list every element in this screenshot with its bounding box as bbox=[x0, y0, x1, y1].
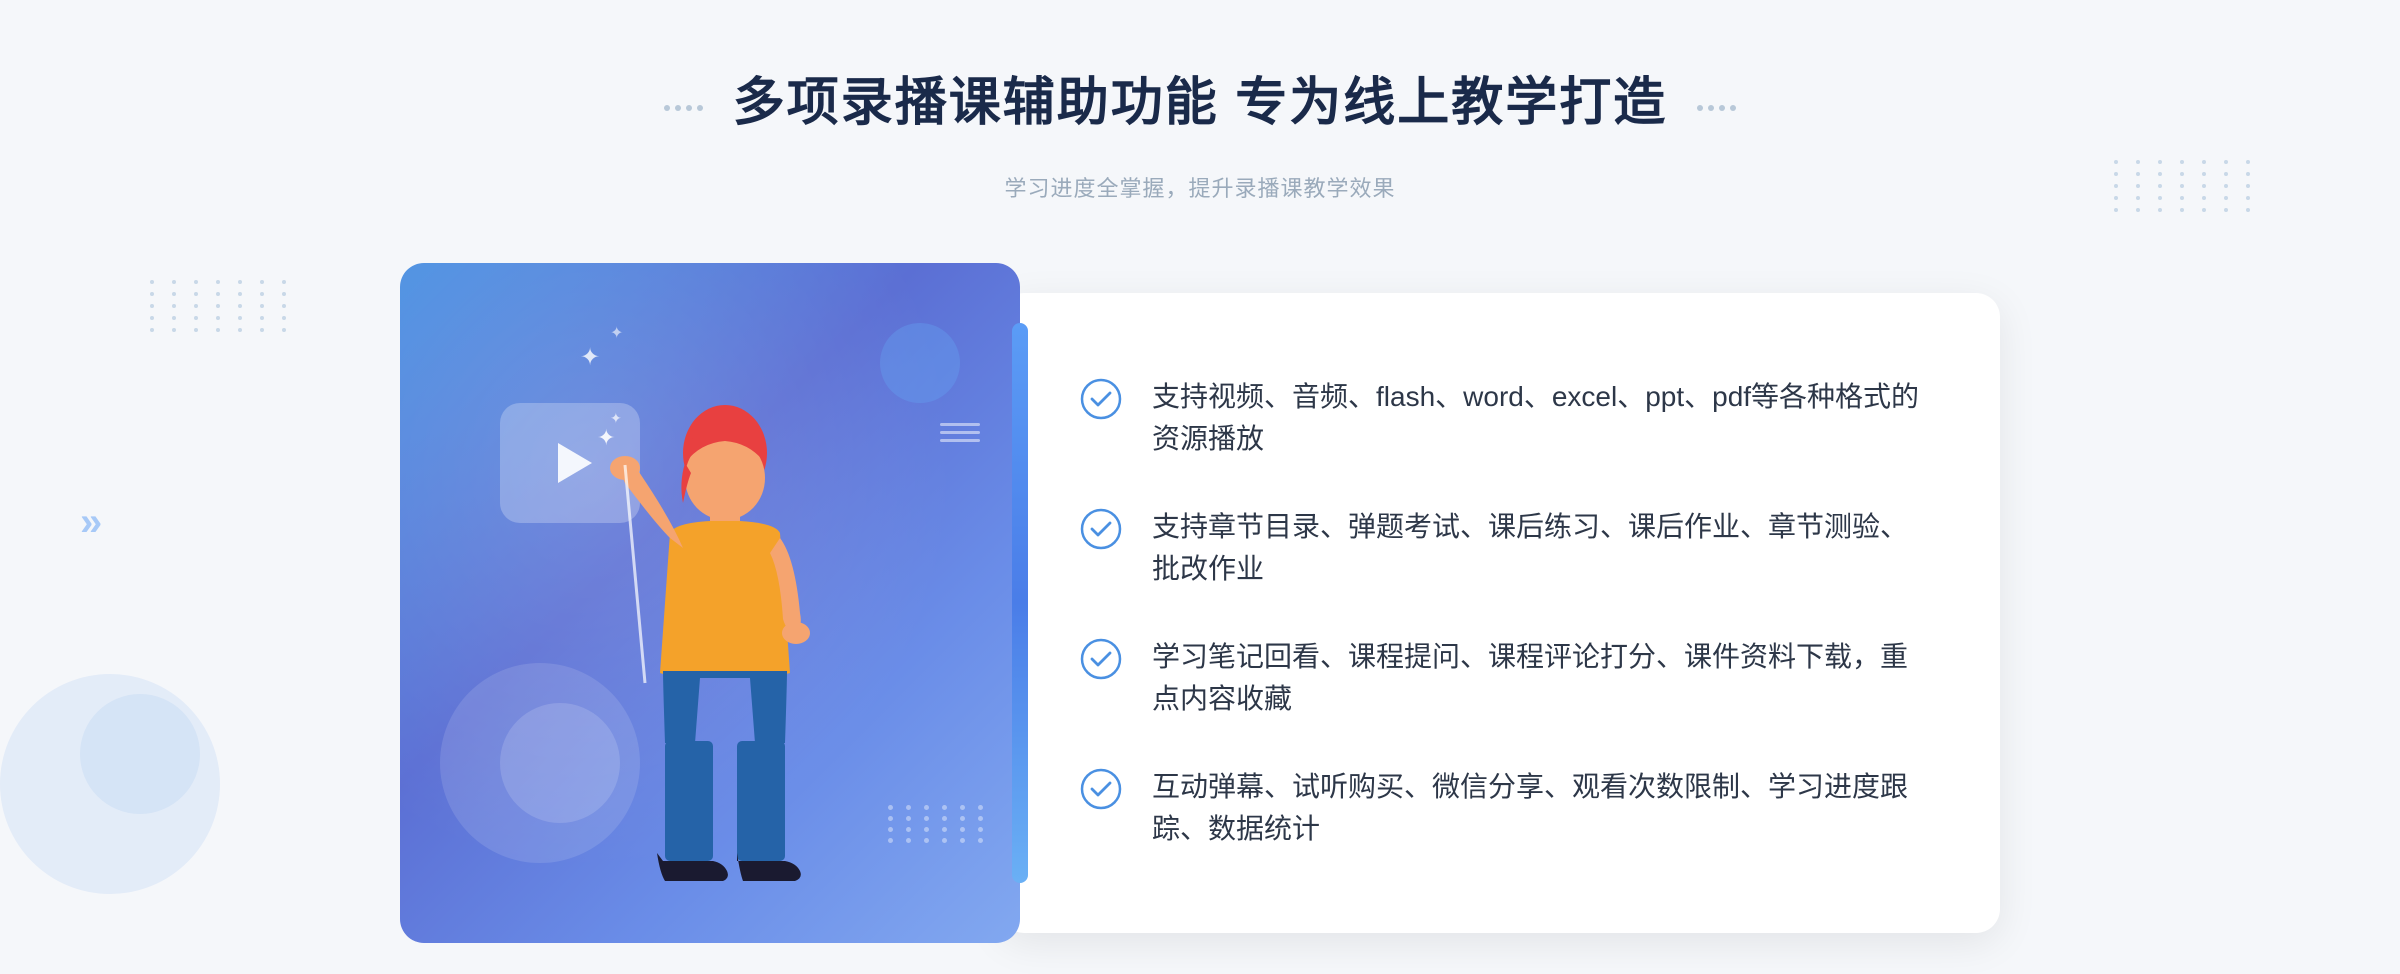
feature-text-1: 支持视频、音频、flash、word、excel、ppt、pdf等各种格式的资源… bbox=[1152, 376, 1920, 460]
check-circle-icon-4 bbox=[1080, 768, 1122, 810]
feature-text-3: 学习笔记回看、课程提问、课程评论打分、课件资料下载，重点内容收藏 bbox=[1152, 636, 1920, 720]
page-header: 多项录播课辅助功能 专为线上教学打造 学习进度全掌握，提升录播课教学效果 bbox=[664, 60, 1736, 203]
illus-dot-pattern bbox=[888, 805, 990, 843]
feature-item-4: 互动弹幕、试听购买、微信分享、观看次数限制、学习进度跟踪、数据统计 bbox=[1080, 766, 1920, 850]
illus-accent-bar bbox=[1012, 323, 1028, 883]
feature-item-1: 支持视频、音频、flash、word、excel、ppt、pdf等各种格式的资源… bbox=[1080, 376, 1920, 460]
left-chevron-icon: » bbox=[80, 500, 102, 545]
bg-circle-small bbox=[80, 694, 200, 814]
page-wrapper: » 多项录播课辅助功能 专为线上教学打造 学习进度全掌握，提升录播课教学效果 bbox=[0, 0, 2400, 974]
title-deco-right bbox=[1697, 105, 1736, 111]
svg-text:✦: ✦ bbox=[597, 425, 615, 450]
check-circle-icon-2 bbox=[1080, 508, 1122, 550]
feature-text-4: 互动弹幕、试听购买、微信分享、观看次数限制、学习进度跟踪、数据统计 bbox=[1152, 766, 1920, 850]
svg-text:✦: ✦ bbox=[610, 410, 622, 426]
bg-dots-right bbox=[2114, 160, 2260, 212]
illus-lines bbox=[940, 423, 980, 442]
feature-item-3: 学习笔记回看、课程提问、课程评论打分、课件资料下载，重点内容收藏 bbox=[1080, 636, 1920, 720]
check-circle-icon-1 bbox=[1080, 378, 1122, 420]
bg-dots-left bbox=[150, 280, 296, 332]
star-decoration-1: ✦ bbox=[580, 343, 600, 372]
title-deco-left bbox=[664, 105, 703, 111]
page-title: 多项录播课辅助功能 专为线上教学打造 bbox=[733, 60, 1667, 135]
content-area: ✦ ✦ bbox=[400, 263, 2000, 963]
features-card: 支持视频、音频、flash、word、excel、ppt、pdf等各种格式的资源… bbox=[1000, 293, 2000, 933]
illus-circle-top bbox=[880, 323, 960, 403]
feature-item-2: 支持章节目录、弹题考试、课后练习、课后作业、章节测验、批改作业 bbox=[1080, 506, 1920, 590]
feature-text-2: 支持章节目录、弹题考试、课后练习、课后作业、章节测验、批改作业 bbox=[1152, 506, 1920, 590]
check-circle-icon-3 bbox=[1080, 638, 1122, 680]
illustration-card: ✦ ✦ bbox=[400, 263, 1020, 943]
character-illustration: ✦ ✦ bbox=[575, 393, 875, 943]
star-decoration-2: ✦ bbox=[610, 323, 623, 343]
page-subtitle: 学习进度全掌握，提升录播课教学效果 bbox=[664, 171, 1736, 203]
